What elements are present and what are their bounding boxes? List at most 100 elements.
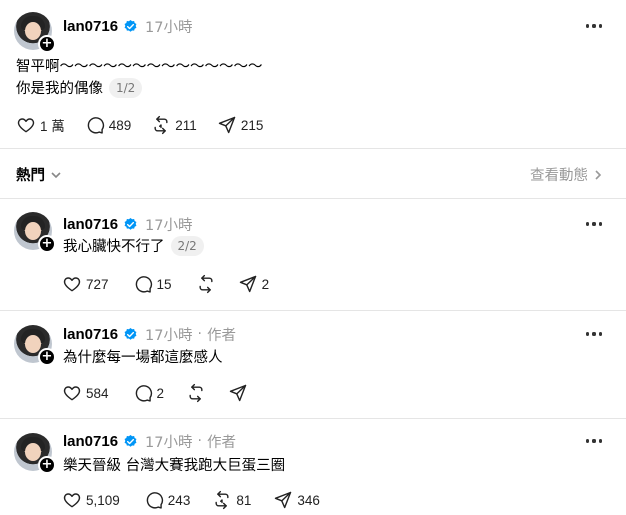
post-text: 我心臟快不行了 2/2: [63, 236, 204, 258]
more-icon[interactable]: [584, 214, 604, 234]
repost-button[interactable]: [196, 272, 216, 296]
repost-count: 211: [175, 117, 197, 133]
post-header: lan0716 17小時 · 作者: [63, 323, 236, 345]
thread-pager: 2/2: [170, 236, 204, 256]
comment-icon: [146, 492, 163, 509]
avatar-face: [25, 443, 41, 461]
repost-button[interactable]: [186, 381, 206, 405]
avatar[interactable]: +: [14, 12, 56, 53]
post-text-line: 你是我的偶像 1/2: [16, 78, 263, 100]
plus-icon[interactable]: +: [38, 348, 56, 366]
verified-icon: [124, 19, 137, 32]
share-button[interactable]: [228, 381, 248, 405]
avatar-face: [25, 222, 41, 240]
comment-count: 15: [156, 276, 172, 292]
like-count: 1 萬: [40, 119, 65, 134]
repost-button[interactable]: 211: [151, 113, 197, 137]
heart-icon: [63, 386, 81, 401]
post-main: + lan0716 17小時 智平啊～～～～～～～～～～～～～～ 你是我的偶像 1…: [0, 0, 626, 148]
verified-icon: [124, 434, 137, 447]
comment-button[interactable]: 2: [133, 381, 165, 405]
post-text-line: 為什麼每一場都這麼感人: [63, 350, 223, 366]
avatar-face: [25, 335, 41, 353]
repost-icon: [199, 274, 213, 294]
comment-icon: [135, 385, 152, 402]
post-time[interactable]: 17小時: [145, 16, 192, 37]
like-count: 727: [86, 276, 109, 292]
heart-icon: [63, 493, 81, 508]
post-text-line: 我心臟快不行了: [63, 239, 165, 255]
sort-dropdown[interactable]: 熱門: [16, 164, 62, 185]
post-text: 樂天晉級 台灣大賽我跑大巨蛋三圈: [63, 455, 285, 477]
plus-icon[interactable]: +: [38, 235, 56, 253]
username[interactable]: lan0716: [63, 18, 118, 35]
comment-count: 243: [167, 492, 191, 508]
action-bar: 5,109 243 81 346: [62, 488, 320, 512]
post-text-line: 樂天晉級 台灣大賽我跑大巨蛋三圈: [63, 458, 286, 474]
post-time[interactable]: 17小時: [145, 431, 192, 452]
post-header: lan0716 17小時: [63, 15, 193, 37]
plus-icon[interactable]: +: [38, 35, 56, 53]
share-button[interactable]: 2: [238, 272, 270, 296]
sort-bar: 熱門 查看動態: [0, 148, 626, 198]
thread-pager: 1/2: [109, 78, 143, 98]
avatar[interactable]: +: [14, 433, 56, 474]
share-icon: [218, 116, 236, 134]
post-header: lan0716 17小時: [63, 213, 193, 235]
action-bar: 584 2: [62, 381, 248, 405]
action-bar: 727 15 2: [62, 272, 269, 296]
reply-post: + lan0716 17小時 · 作者 樂天晉級 台灣大賽我跑大巨蛋三圈 5,1…: [0, 419, 626, 515]
post-text: 智平啊～～～～～～～～～～～～～～ 你是我的偶像 1/2: [16, 56, 263, 100]
post-time[interactable]: 17小時: [145, 324, 192, 345]
verified-icon: [124, 217, 137, 230]
chevron-right-icon: [595, 169, 602, 180]
comment-count: 2: [156, 385, 165, 401]
repost-count: 81: [236, 492, 252, 508]
comment-button[interactable]: 15: [133, 272, 172, 296]
like-button[interactable]: 5,109: [62, 488, 120, 512]
like-button[interactable]: 727: [62, 272, 109, 296]
like-button[interactable]: 1 萬: [16, 113, 65, 137]
username[interactable]: lan0716: [63, 216, 118, 233]
comment-button[interactable]: 489: [85, 113, 132, 137]
comment-icon: [87, 117, 104, 134]
post-text-line: 智平啊～～～～～～～～～～～～～～: [16, 59, 263, 75]
author-tag: 作者: [206, 327, 236, 344]
avatar[interactable]: +: [14, 212, 56, 253]
reply-post: + lan0716 17小時 · 作者 為什麼每一場都這麼感人 584 2: [0, 311, 626, 418]
username[interactable]: lan0716: [63, 433, 118, 450]
repost-button[interactable]: 81: [212, 488, 251, 512]
post-time[interactable]: 17小時: [145, 214, 192, 235]
share-icon: [275, 491, 292, 509]
more-icon[interactable]: [584, 16, 604, 36]
more-icon[interactable]: [584, 324, 604, 344]
share-icon: [239, 275, 256, 293]
view-activity-link[interactable]: 查看動態: [530, 164, 604, 185]
like-count: 5,109: [86, 492, 120, 508]
share-count: 346: [297, 492, 320, 508]
like-count: 584: [86, 385, 109, 401]
chevron-down-icon: [51, 171, 61, 178]
plus-icon[interactable]: +: [38, 456, 56, 474]
comment-count: 489: [108, 117, 132, 133]
comment-button[interactable]: 243: [144, 488, 191, 512]
avatar[interactable]: +: [14, 325, 56, 366]
share-button[interactable]: 346: [273, 488, 320, 512]
username[interactable]: lan0716: [63, 326, 118, 343]
share-button[interactable]: 215: [217, 113, 264, 137]
separator-dot: ·: [197, 433, 202, 449]
author-tag: 作者: [206, 434, 236, 451]
comment-icon: [135, 276, 152, 293]
share-icon: [229, 384, 247, 402]
sort-label: 熱門: [16, 168, 45, 184]
repost-icon: [154, 115, 168, 135]
reply-post: + lan0716 17小時 我心臟快不行了 2/2 727 15 2: [0, 199, 626, 310]
like-button[interactable]: 584: [62, 381, 109, 405]
post-text: 為什麼每一場都這麼感人: [63, 347, 223, 369]
more-icon[interactable]: [584, 431, 604, 451]
share-count: 215: [240, 117, 264, 133]
share-count: 2: [261, 276, 270, 292]
action-bar: 1 萬 489 211 215: [16, 113, 263, 137]
repost-icon: [189, 383, 203, 403]
verified-icon: [124, 327, 137, 340]
